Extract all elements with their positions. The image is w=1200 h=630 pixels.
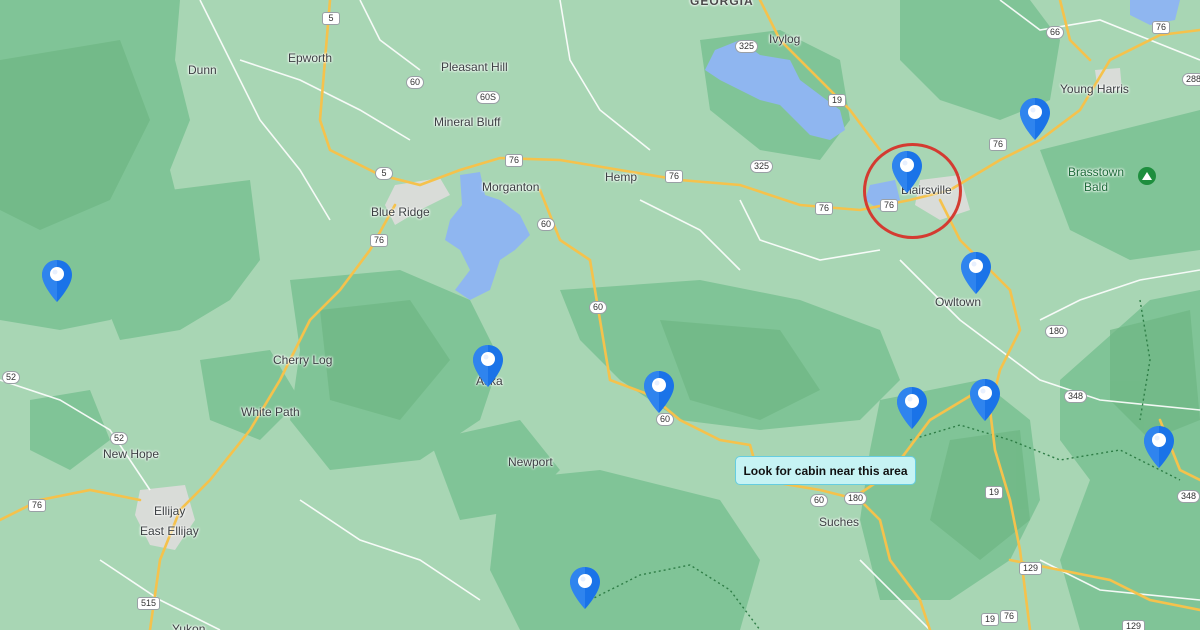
route-shield: 66: [1046, 26, 1065, 39]
route-shield: 129: [1122, 620, 1146, 630]
route-shield: 76: [505, 154, 524, 167]
map-pin-icon[interactable]: [39, 258, 75, 306]
route-shield: 76: [28, 499, 47, 512]
route-shield: 60: [537, 218, 556, 231]
place-label-white-path: White Path: [241, 405, 300, 419]
place-label-epworth: Epworth: [288, 51, 333, 65]
map-pin-icon[interactable]: [894, 385, 930, 433]
route-shield: 288: [1182, 73, 1200, 86]
place-label-new-hope: New Hope: [103, 447, 160, 461]
route-shield: 129: [1019, 562, 1043, 575]
route-shield: 19: [981, 613, 1000, 626]
route-shield: 5: [375, 167, 393, 180]
place-label-suches: Suches: [819, 515, 860, 529]
route-shield: 60S: [476, 91, 501, 104]
route-shield: 76: [1152, 21, 1171, 34]
map-pin-icon[interactable]: [641, 369, 677, 417]
route-shield: 52: [2, 371, 21, 384]
annotation-callout: Look for cabin near this area: [735, 456, 916, 485]
route-shield: 76: [665, 170, 684, 183]
place-label-dunn: Dunn: [188, 63, 217, 77]
route-shield: 325: [750, 160, 774, 173]
route-shield: 52: [110, 432, 129, 445]
place-label-hemp: Hemp: [605, 170, 638, 184]
route-shield: 515: [137, 597, 161, 610]
route-shield: 60: [810, 494, 829, 507]
route-shield: 76: [815, 202, 834, 215]
route-shield: 19: [828, 94, 847, 107]
peak-icon: [1138, 167, 1156, 185]
place-label-yukon: Yukon: [172, 622, 206, 630]
route-shield: 60: [406, 76, 425, 89]
place-label-ellijay: Ellijay: [154, 504, 186, 518]
map-pin-icon[interactable]: [470, 343, 506, 391]
map-pin-icon[interactable]: [889, 149, 925, 197]
place-label-pleasant-hill: Pleasant Hill: [441, 60, 508, 74]
place-label-ivylog: Ivylog: [769, 32, 801, 46]
route-shield: 325: [735, 40, 759, 53]
route-shield: 76: [1000, 610, 1019, 623]
place-label-cherry-log: Cherry Log: [273, 353, 333, 367]
place-label-morganton: Morganton: [482, 180, 540, 194]
route-shield: 348: [1177, 490, 1200, 503]
place-label-young-harris: Young Harris: [1060, 82, 1129, 96]
route-shield: 5: [322, 12, 340, 25]
route-shield: 76: [989, 138, 1008, 151]
map-pin-icon[interactable]: [1017, 96, 1053, 144]
place-label-blue-ridge: Blue Ridge: [371, 205, 430, 219]
route-shield: 76: [370, 234, 389, 247]
map-pin-icon[interactable]: [967, 377, 1003, 425]
place-label-east-ellijay: East Ellijay: [140, 524, 199, 538]
map-pin-icon[interactable]: [567, 565, 603, 613]
route-shield: 60: [589, 301, 608, 314]
region-label: GEORGIA: [690, 0, 754, 8]
route-shield: 180: [844, 492, 868, 505]
map-pin-icon[interactable]: [1141, 424, 1177, 472]
place-label-newport: Newport: [508, 455, 553, 469]
map-pin-icon[interactable]: [958, 250, 994, 298]
route-shield: 180: [1045, 325, 1069, 338]
route-shield: 19: [985, 486, 1004, 499]
poi-label-brasstown-bald: Brasstown Bald: [1068, 165, 1125, 194]
map-canvas[interactable]: GEORGIA Dunn Epworth Pleasant Hill Miner…: [0, 0, 1200, 630]
place-label-mineral-bluff: Mineral Bluff: [434, 115, 501, 129]
route-shield: 348: [1064, 390, 1088, 403]
